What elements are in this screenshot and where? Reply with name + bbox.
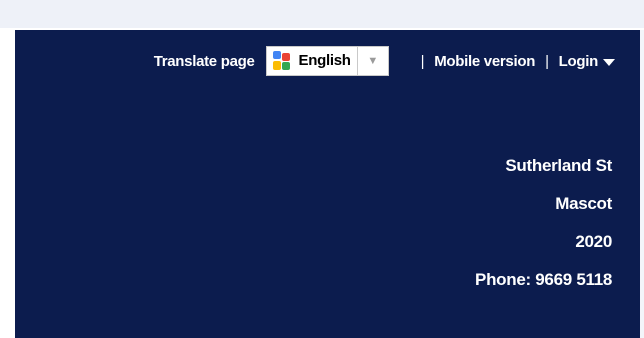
language-select-value: English [299,47,358,75]
address-block: Sutherland St Mascot 2020 Phone: 9669 51… [475,147,612,299]
top-strip [0,0,644,30]
mobile-version-link[interactable]: Mobile version [434,53,535,70]
dropdown-arrow-icon[interactable]: ▼ [358,55,388,67]
login-dropdown[interactable]: Login [559,53,615,70]
address-postcode: 2020 [575,232,612,251]
address-street: Sutherland St [505,156,612,175]
address-suburb: Mascot [555,194,612,213]
address-phone: Phone: 9669 5118 [475,270,612,289]
right-edge [640,30,644,338]
top-utility-bar: Translate page English ▼ | Mobile versio… [154,44,615,78]
language-select[interactable]: English ▼ [265,46,389,76]
caret-down-icon [603,58,615,66]
translate-label: Translate page [153,52,255,70]
separator: | [420,52,425,70]
google-translate-icon [271,50,293,72]
separator: | [545,52,549,70]
login-label: Login [558,52,599,70]
header-panel: Translate page English ▼ | Mobile versio… [15,30,644,338]
